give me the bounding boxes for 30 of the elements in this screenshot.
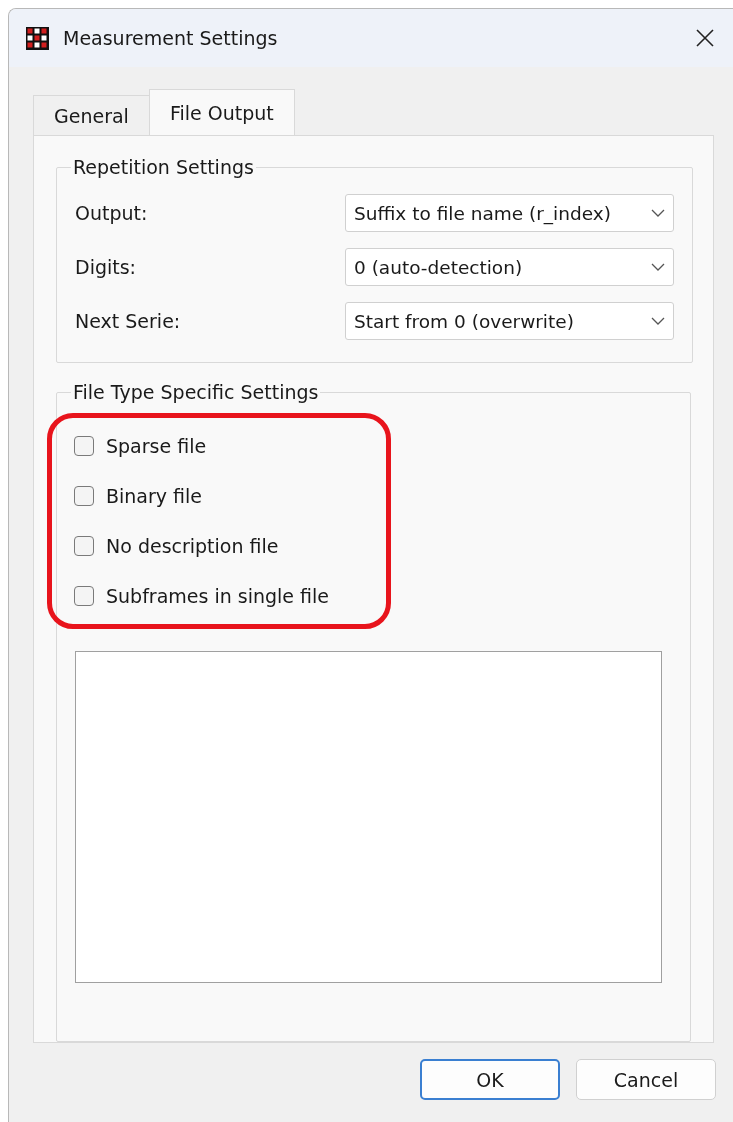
checkbox-box[interactable]	[74, 486, 94, 506]
checkbox-box[interactable]	[74, 436, 94, 456]
cancel-button[interactable]: Cancel	[576, 1059, 716, 1100]
checkbox-label: Binary file	[106, 485, 203, 507]
group-title: Repetition Settings	[72, 156, 255, 178]
field-label: Digits:	[75, 256, 137, 278]
checkbox[interactable]: Sparse file	[74, 430, 386, 462]
group-title: File Type Specific Settings	[72, 381, 320, 403]
checkbox[interactable]: No description file	[74, 530, 386, 562]
window-title: Measurement Settings	[63, 27, 279, 49]
tab[interactable]: File Output	[148, 89, 295, 135]
checkbox-box[interactable]	[74, 586, 94, 606]
ok-button[interactable]: OK	[420, 1059, 560, 1100]
checkbox-label: Sparse file	[106, 435, 207, 457]
checkbox-label: No description file	[106, 535, 279, 557]
app-logo-icon	[26, 26, 49, 50]
chevron-down-icon	[651, 317, 665, 325]
close-icon	[695, 28, 715, 48]
checkbox-label: Subframes in single file	[106, 585, 330, 607]
checkbox[interactable]: Binary file	[74, 480, 386, 512]
field-label: Output:	[75, 202, 149, 224]
checkbox-box[interactable]	[74, 536, 94, 556]
tab[interactable]: General	[33, 95, 150, 135]
checkbox[interactable]: Subframes in single file	[74, 580, 386, 612]
field-label: Next Serie:	[75, 310, 182, 332]
chevron-down-icon	[651, 209, 665, 217]
chevron-down-icon	[651, 263, 665, 271]
dropdown[interactable]: 0 (auto-detection)	[345, 248, 674, 286]
dropdown[interactable]: Suffix to file name (r_index)	[345, 194, 674, 232]
dropdown[interactable]: Start from 0 (overwrite)	[345, 302, 674, 340]
